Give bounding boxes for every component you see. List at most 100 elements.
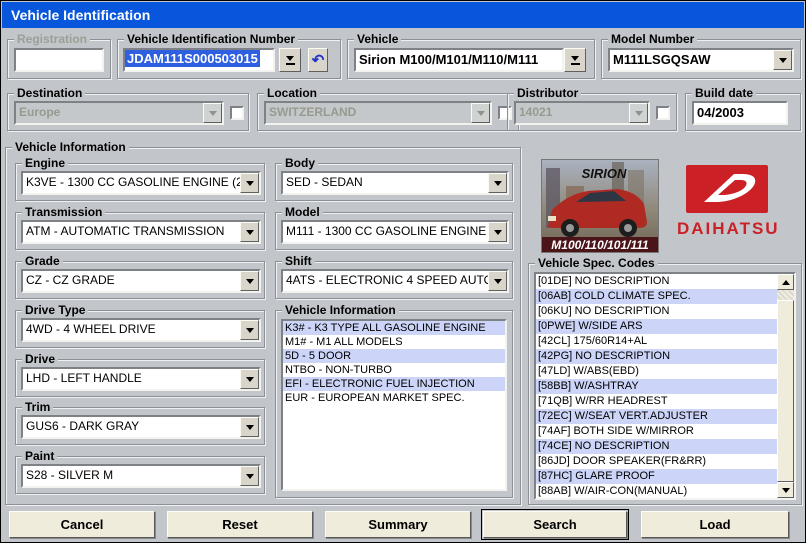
info-list-item[interactable]: M1# - M1 ALL MODELS (283, 335, 505, 349)
chevron-down-icon (246, 328, 254, 333)
destination-group: Destination Europe (7, 93, 249, 131)
info-list-item[interactable]: 5D - 5 DOOR (283, 349, 505, 363)
vin-undo-button[interactable]: ↶ (308, 48, 328, 72)
model-number-combobox[interactable]: M111LSGQSAW (608, 48, 794, 72)
model-label: Model (282, 205, 323, 219)
destination-label: Destination (14, 86, 85, 100)
info-list-item[interactable]: EUR - EUROPEAN MARKET SPEC. (283, 391, 505, 405)
spec-code-item[interactable]: [0PWE] W/SIDE ARS (536, 319, 777, 334)
chevron-down-icon (494, 181, 502, 186)
title-bar[interactable]: Vehicle Identification (2, 2, 804, 28)
shift-dropdown-button[interactable] (488, 271, 507, 291)
info-listbox[interactable]: K3# - K3 TYPE ALL GASOLINE ENGINEM1# - M… (281, 319, 507, 491)
grade-combobox[interactable]: CZ - CZ GRADE (21, 269, 261, 293)
model-dropdown-button[interactable] (488, 222, 507, 242)
body-label: Body (282, 156, 318, 170)
transmission-combobox[interactable]: ATM - AUTOMATIC TRANSMISSION (21, 220, 261, 244)
location-dropdown-button (471, 103, 490, 123)
spec-code-item[interactable]: [87HC] GLARE PROOF (536, 469, 777, 484)
trim-combobox[interactable]: GUS6 - DARK GRAY (21, 415, 261, 439)
spec-code-item[interactable]: [88AB] W/AIR-CON(MANUAL) (536, 484, 777, 499)
undo-icon: ↶ (312, 53, 325, 68)
engine-combobox[interactable]: K3VE - 1300 CC GASOLINE ENGINE (200005 (21, 171, 261, 195)
distributor-checkbox[interactable] (656, 106, 670, 120)
distributor-combobox: 14021 (514, 101, 650, 125)
drive-type-combobox[interactable]: 4WD - 4 WHEEL DRIVE (21, 318, 261, 342)
spec-code-item[interactable]: [74CE] NO DESCRIPTION (536, 439, 777, 454)
build-date-input[interactable]: 04/2003 (692, 101, 788, 125)
spec-code-item[interactable]: [42CL] 175/60R14+AL (536, 334, 777, 349)
info-list-item[interactable]: K3# - K3 TYPE ALL GASOLINE ENGINE (283, 321, 505, 335)
vehicle-label: Vehicle (354, 32, 401, 46)
drive-type-dropdown-button[interactable] (240, 320, 259, 340)
summary-button[interactable]: Summary (325, 511, 471, 538)
vehicle-identification-window: Vehicle Identification Registration Vehi… (0, 0, 806, 543)
spec-code-item[interactable]: [72EC] W/SEAT VERT.ADJUSTER (536, 409, 777, 424)
spec-code-item[interactable]: [86JD] DOOR SPEAKER(FR&RR) (536, 454, 777, 469)
vin-input[interactable]: JDAM111S000503015 (123, 48, 275, 72)
spec-code-item[interactable]: [06AB] COLD CLIMATE SPEC. (536, 289, 777, 304)
grade-group: Grade CZ - CZ GRADE (15, 261, 265, 299)
vehicle-dropdown-button[interactable] (564, 48, 586, 72)
build-date-group: Build date 04/2003 (685, 93, 801, 131)
sirion-vehicle-image: SIRION M100/110/101/111 (541, 159, 659, 253)
spec-code-item[interactable]: [42PG] NO DESCRIPTION (536, 349, 777, 364)
arrow-up-icon (782, 280, 790, 285)
spec-codes-listbox[interactable]: [01DE] NO DESCRIPTION[06AB] COLD CLIMATE… (534, 272, 796, 500)
chevron-down-icon (494, 230, 502, 235)
transmission-dropdown-button[interactable] (240, 222, 259, 242)
search-button[interactable]: Search (483, 511, 627, 538)
load-button[interactable]: Load (641, 511, 789, 538)
registration-input[interactable] (14, 48, 104, 72)
shift-combobox[interactable]: 4ATS - ELECTRONIC 4 SPEED AUTOMATIC (281, 269, 509, 293)
chevron-down-icon (209, 111, 217, 116)
model-combobox[interactable]: M111 - 1300 CC GASOLINE ENGINE (K3 ENG (281, 220, 509, 244)
brand-block: DAIHATSU (677, 165, 777, 239)
body-group: Body SED - SEDAN (275, 163, 513, 201)
engine-dropdown-button[interactable] (240, 173, 259, 193)
trim-dropdown-button[interactable] (240, 417, 259, 437)
scroll-down-button[interactable] (777, 482, 794, 498)
spec-code-item[interactable]: [01DE] NO DESCRIPTION (536, 274, 777, 289)
info-list-item[interactable]: NTBO - NON-TURBO (283, 363, 505, 377)
spec-code-item[interactable]: [06KU] NO DESCRIPTION (536, 304, 777, 319)
scrollbar-thumb[interactable] (777, 300, 794, 482)
vehicle-information-group-label: Vehicle Information (12, 140, 129, 154)
location-combobox: SWITZERLAND (264, 101, 492, 125)
body-combobox[interactable]: SED - SEDAN (281, 171, 509, 195)
info-list-label: Vehicle Information (282, 303, 399, 317)
vehicle-group: Vehicle Sirion M100/M101/M110/M111 (347, 39, 595, 79)
destination-checkbox[interactable] (230, 106, 244, 120)
drive-group: Drive LHD - LEFT HANDLE (15, 359, 265, 397)
distributor-dropdown-button (629, 103, 648, 123)
model-number-dropdown-button[interactable] (773, 50, 792, 70)
spec-code-item[interactable]: [74AF] BOTH SIDE W/MIRROR (536, 424, 777, 439)
spec-code-item[interactable]: [71QB] W/RR HEADREST (536, 394, 777, 409)
scroll-up-button[interactable] (777, 274, 794, 290)
vehicle-combobox[interactable]: Sirion M100/M101/M110/M111 (354, 48, 564, 72)
car-image-title: SIRION (582, 166, 627, 181)
engine-label: Engine (22, 156, 68, 170)
paint-dropdown-button[interactable] (240, 466, 259, 486)
drive-dropdown-button[interactable] (240, 369, 259, 389)
chevron-down-icon (477, 111, 485, 116)
chevron-down-icon (246, 474, 254, 479)
drive-combobox[interactable]: LHD - LEFT HANDLE (21, 367, 261, 391)
distributor-group: Distributor 14021 (507, 93, 677, 131)
spec-code-item[interactable]: [47LD] W/ABS(EBD) (536, 364, 777, 379)
model-number-group: Model Number M111LSGQSAW (601, 39, 801, 79)
spec-codes-scrollbar[interactable] (777, 274, 794, 498)
paint-combobox[interactable]: S28 - SILVER M (21, 464, 261, 488)
vin-dropdown-button[interactable] (279, 48, 301, 72)
vin-label: Vehicle Identification Number (124, 32, 298, 46)
chevron-down-icon (571, 56, 579, 61)
grade-dropdown-button[interactable] (240, 271, 259, 291)
chevron-down-icon (246, 377, 254, 382)
registration-group: Registration (7, 39, 111, 79)
spec-code-item[interactable]: [58BB] W/ASHTRAY (536, 379, 777, 394)
body-dropdown-button[interactable] (488, 173, 507, 193)
info-list-item[interactable]: EFI - ELECTRONIC FUEL INJECTION (283, 377, 505, 391)
reset-button[interactable]: Reset (167, 511, 313, 538)
chevron-down-icon (494, 279, 502, 284)
cancel-button[interactable]: Cancel (9, 511, 155, 538)
